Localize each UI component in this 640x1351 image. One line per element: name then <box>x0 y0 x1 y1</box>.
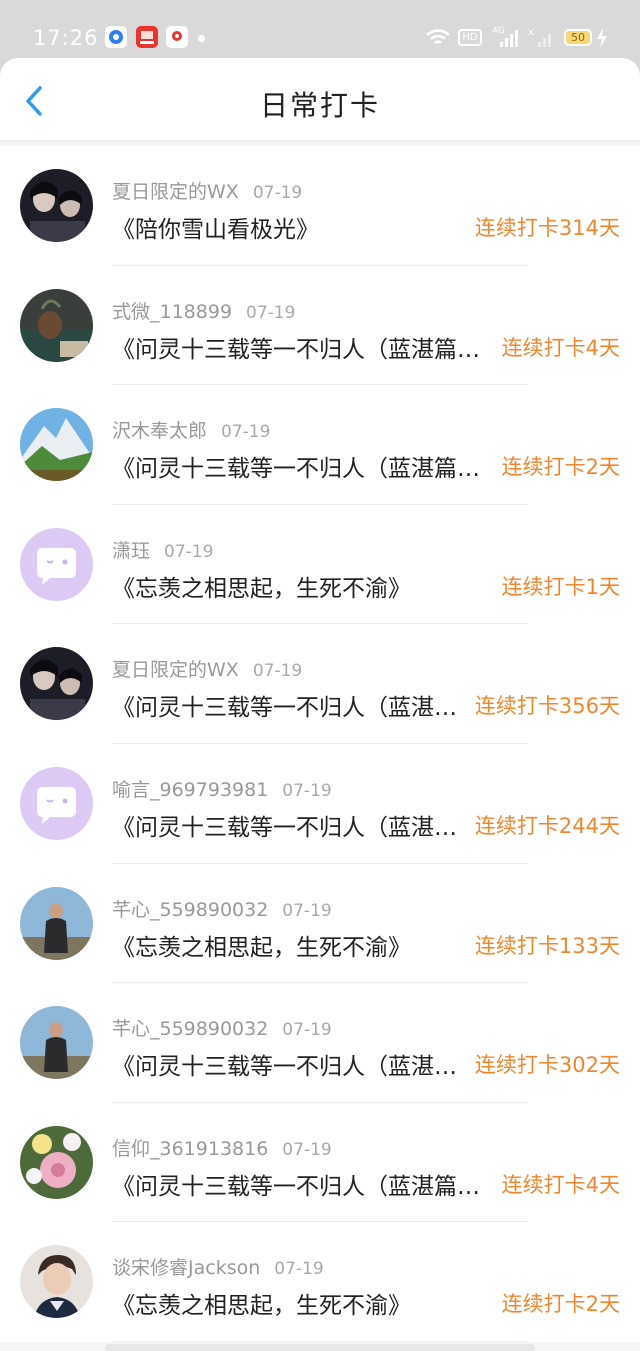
username[interactable]: 夏日限定的WX <box>112 659 239 681</box>
streak-label: 连续打卡314天 <box>474 216 620 240</box>
map-app-icon <box>166 26 188 48</box>
page-title: 日常打卡 <box>259 89 380 122</box>
username[interactable]: 芊心_559890032 <box>112 899 268 921</box>
dark-photo-avatar[interactable] <box>20 169 93 242</box>
checkin-date: 07-19 <box>282 900 332 921</box>
charging-icon <box>597 28 607 48</box>
battery-icon: 50 <box>564 29 592 46</box>
checkin-date: 07-19 <box>246 302 296 323</box>
streak-label: 连续打卡2天 <box>501 455 620 480</box>
streak-label: 连续打卡4天 <box>501 335 620 360</box>
scroll-hint-bar <box>105 1344 535 1351</box>
checkin-date: 07-19 <box>252 183 303 203</box>
checkin-date: 07-19 <box>164 541 214 562</box>
checkin-date: 07-19 <box>221 422 271 443</box>
checkin-row[interactable]: 芊心_559890032 07-19 《忘羡之相思起，生死不渝》 连续打卡133天 <box>0 864 640 984</box>
checkin-list: 夏日限定的WX 07-19 《陪你雪山看极光》 连续打卡314天 式微_11889… <box>0 146 640 1342</box>
username[interactable]: 芊心_559890032 <box>112 1018 268 1040</box>
streak-label: 连续打卡356天 <box>474 694 620 719</box>
checkin-row[interactable]: 喻言_969793981 07-19 《问灵十三载等一不归人（蓝湛… 连续打卡24… <box>0 744 640 864</box>
book-title[interactable]: 《陪你雪山看极光》 <box>112 210 319 244</box>
checkin-date: 07-19 <box>274 1259 324 1280</box>
username[interactable]: 潇珏 <box>112 540 150 562</box>
vase-photo-avatar[interactable] <box>20 288 93 362</box>
hd-icon: HD <box>458 29 482 46</box>
username[interactable]: 式微_118899 <box>112 301 232 323</box>
username[interactable]: 信仰_361913816 <box>112 1138 268 1160</box>
streak-label: 连续打卡244天 <box>474 813 620 838</box>
default-chat-avatar[interactable] <box>20 766 93 840</box>
person-photo-avatar[interactable] <box>20 1006 93 1080</box>
streak-label: 连续打卡302天 <box>474 1053 620 1078</box>
book-title[interactable]: 《问灵十三载等一不归人（蓝湛… <box>112 688 457 722</box>
streak-label: 连续打卡2天 <box>501 1292 620 1317</box>
book-title[interactable]: 《忘羡之相思起，生死不渝》 <box>112 928 411 962</box>
username[interactable]: 谈宋修睿Jackson <box>112 1257 260 1279</box>
checkin-row[interactable]: 夏日限定的WX 07-19 《陪你雪山看极光》 连续打卡314天 <box>0 146 640 266</box>
boy-photo-avatar[interactable] <box>20 1245 93 1319</box>
checkin-row[interactable]: 沢木奉太郎 07-19 《问灵十三载等一不归人（蓝湛篇… 连续打卡2天 <box>0 385 640 505</box>
checkin-row[interactable]: 潇珏 07-19 《忘羡之相思起，生死不渝》 连续打卡1天 <box>0 505 640 625</box>
book-title[interactable]: 《问灵十三载等一不归人（蓝湛篇… <box>112 330 480 364</box>
mountain-photo-avatar[interactable] <box>20 408 93 482</box>
flower-photo-avatar[interactable] <box>20 1125 93 1199</box>
default-chat-avatar[interactable] <box>20 527 93 601</box>
notification-dot <box>198 35 205 42</box>
checkin-row[interactable]: 式微_118899 07-19 《问灵十三载等一不归人（蓝湛篇… 连续打卡4天 <box>0 266 640 386</box>
checkin-row[interactable]: 谈宋修睿Jackson 07-19 《忘羡之相思起，生死不渝》 连续打卡2天 <box>0 1222 640 1342</box>
username[interactable]: 沢木奉太郎 <box>112 420 207 442</box>
shopping-app-icon <box>136 26 158 48</box>
username[interactable]: 喻言_969793981 <box>112 779 268 801</box>
checkin-row[interactable]: 芊心_559890032 07-19 《问灵十三载等一不归人（蓝湛… 连续打卡30… <box>0 983 640 1103</box>
dark-photo-avatar[interactable] <box>20 647 93 721</box>
svg-text:x: x <box>528 27 534 38</box>
streak-label: 连续打卡4天 <box>501 1172 620 1197</box>
checkin-date: 07-19 <box>252 661 303 682</box>
nav-bar: 日常打卡 <box>0 58 640 140</box>
book-title[interactable]: 《问灵十三载等一不归人（蓝湛篇… <box>112 1167 480 1201</box>
checkin-row[interactable]: 信仰_361913816 07-19 《问灵十三载等一不归人（蓝湛篇… 连续打卡4… <box>0 1103 640 1223</box>
signal-4g-icon: 4G <box>492 26 520 48</box>
username[interactable]: 夏日限定的WX <box>112 181 239 203</box>
status-time: 17:26 <box>33 26 99 50</box>
book-title[interactable]: 《忘羡之相思起，生死不渝》 <box>112 1286 411 1320</box>
streak-label: 连续打卡1天 <box>501 574 620 599</box>
book-title[interactable]: 《问灵十三载等一不归人（蓝湛… <box>112 808 457 842</box>
checkin-row[interactable]: 夏日限定的WX 07-19 《问灵十三载等一不归人（蓝湛… 连续打卡356天 <box>0 624 640 744</box>
book-title[interactable]: 《忘羡之相思起，生死不渝》 <box>112 569 411 603</box>
checkin-date: 07-19 <box>282 780 332 801</box>
book-title[interactable]: 《问灵十三载等一不归人（蓝湛… <box>112 1047 457 1081</box>
browser-app-icon <box>105 26 127 48</box>
wifi-icon <box>426 29 450 44</box>
streak-label: 连续打卡133天 <box>474 933 620 958</box>
book-title[interactable]: 《问灵十三载等一不归人（蓝湛篇… <box>112 449 480 483</box>
signal-x-icon: x <box>528 27 551 47</box>
checkin-date: 07-19 <box>282 1020 332 1041</box>
person-photo-avatar[interactable] <box>20 886 93 960</box>
checkin-date: 07-19 <box>282 1139 332 1160</box>
